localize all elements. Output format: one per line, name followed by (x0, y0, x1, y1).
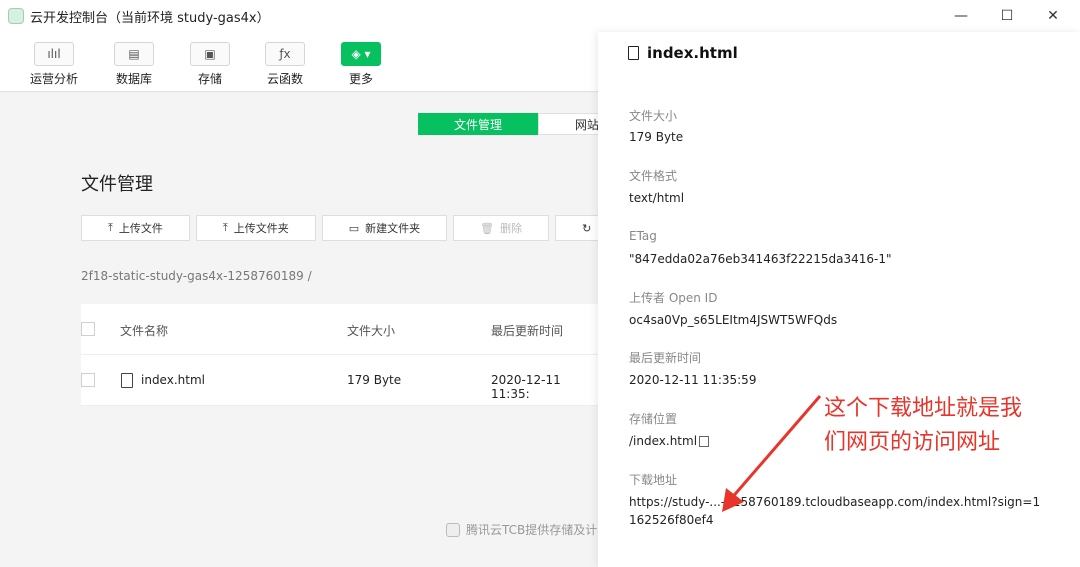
trash-icon: 🗑 (480, 221, 495, 235)
upload-folder-button[interactable]: ⤒ 上传文件夹 (195, 215, 316, 241)
file-size: 179 Byte (347, 373, 402, 387)
location-text: /index.html (629, 434, 698, 448)
action-bar: ⤒ 上传文件 ⤒ 上传文件夹 ▭ 新建文件夹 🗑 删除 ↻ (81, 215, 619, 241)
toolbar-item-label: 云函数 (266, 72, 303, 86)
file-table: 文件名称 文件大小 最后更新时间 index.html 179 Byte 202… (81, 304, 601, 406)
column-header-name[interactable]: 文件名称 (120, 322, 168, 339)
field-label-size: 文件大小 (629, 109, 678, 123)
file-icon (121, 373, 133, 388)
panel-title: index.html (647, 44, 738, 62)
select-all-checkbox[interactable] (81, 322, 95, 336)
table-row[interactable]: index.html 179 Byte 2020-12-11 11:35: (81, 355, 601, 406)
footer-note: 腾讯云TCB提供存储及计 (446, 521, 597, 538)
button-label: 上传文件夹 (233, 222, 289, 235)
database-icon: ▤ (114, 42, 154, 66)
toolbar-item-storage[interactable]: ▣ 存储 (175, 42, 245, 87)
bar-chart-icon: ılıl (34, 42, 74, 66)
refresh-icon: ↻ (582, 221, 592, 235)
close-button[interactable]: ✕ (1030, 0, 1076, 32)
annotation-line-1: 这个下载地址就是我 (824, 396, 1023, 421)
footer-text: 腾讯云TCB提供存储及计 (466, 523, 598, 537)
arrow-head (722, 488, 744, 512)
upload-folder-icon: ⤒ (222, 221, 228, 234)
function-icon: ƒx (265, 42, 305, 66)
toolbar-item-database[interactable]: ▤ 数据库 (99, 42, 169, 87)
toolbar-item-label: 存储 (197, 72, 222, 86)
button-label: 上传文件 (118, 222, 163, 235)
tcb-logo-icon (446, 522, 460, 537)
tab-file-management[interactable]: 文件管理 (418, 113, 539, 135)
field-value-size: 179 Byte (629, 130, 684, 144)
column-header-updated[interactable]: 最后更新时间 (491, 322, 563, 339)
annotation-text: 这个下载地址就是我 们网页的访问网址 (824, 392, 1074, 460)
delete-button[interactable]: 🗑 删除 (453, 215, 550, 241)
app-logo-icon (8, 8, 24, 24)
field-value-location: /index.html (629, 434, 710, 448)
button-label: 新建文件夹 (365, 222, 421, 235)
document-icon (628, 46, 639, 60)
toolbar-item-label: 更多 (348, 72, 373, 86)
field-label-updated: 最后更新时间 (629, 351, 702, 365)
column-header-size[interactable]: 文件大小 (347, 322, 395, 339)
annotation-arrow (722, 395, 822, 512)
table-header-row: 文件名称 文件大小 最后更新时间 (81, 304, 601, 355)
field-label-openid: 上传者 Open ID (629, 291, 718, 305)
arrow-shaft (728, 395, 822, 501)
field-value-openid: oc4sa0Vp_s65LEItm4JSWT5WFQds (629, 313, 838, 327)
toolbar-item-analytics[interactable]: ılıl 运营分析 (19, 42, 89, 87)
button-label: 删除 (500, 222, 523, 235)
field-label-etag: ETag (629, 229, 657, 243)
field-label-location: 存储位置 (629, 412, 678, 426)
breadcrumb[interactable]: 2f18-static-study-gas4x-1258760189 / (81, 269, 312, 283)
toolbar-item-functions[interactable]: ƒx 云函数 (250, 42, 320, 87)
title-bar: 云开发控制台（当前环境 study-gas4x） — ☐ ✕ (0, 0, 1080, 32)
window-title: 云开发控制台（当前环境 study-gas4x） (30, 11, 270, 26)
row-checkbox[interactable] (81, 373, 95, 387)
file-name[interactable]: index.html (141, 373, 205, 387)
new-folder-icon: ▭ (348, 221, 360, 235)
toolbar-item-more[interactable]: ◈ ▾ 更多 (326, 42, 396, 87)
upload-icon: ⤒ (108, 221, 113, 234)
field-value-format: text/html (629, 191, 685, 205)
minimize-button[interactable]: — (938, 0, 984, 32)
layers-icon: ◈ ▾ (341, 42, 381, 66)
annotation-line-2: 们网页的访问网址 (824, 430, 1001, 455)
toolbar-item-label: 数据库 (115, 72, 152, 86)
field-label-format: 文件格式 (629, 169, 678, 183)
maximize-button[interactable]: ☐ (984, 0, 1030, 32)
field-label-download: 下载地址 (629, 473, 678, 487)
field-value-etag: "847edda02a76eb341463f22215da3416-1" (629, 252, 892, 266)
new-folder-button[interactable]: ▭ 新建文件夹 (321, 215, 448, 241)
toolbar-item-label: 运营分析 (29, 72, 78, 86)
upload-file-button[interactable]: ⤒ 上传文件 (81, 215, 190, 241)
save-icon: ▣ (190, 42, 230, 66)
panel-header: index.html (628, 44, 738, 62)
file-updated: 2020-12-11 11:35: (491, 373, 561, 401)
page-title: 文件管理 (81, 174, 153, 195)
